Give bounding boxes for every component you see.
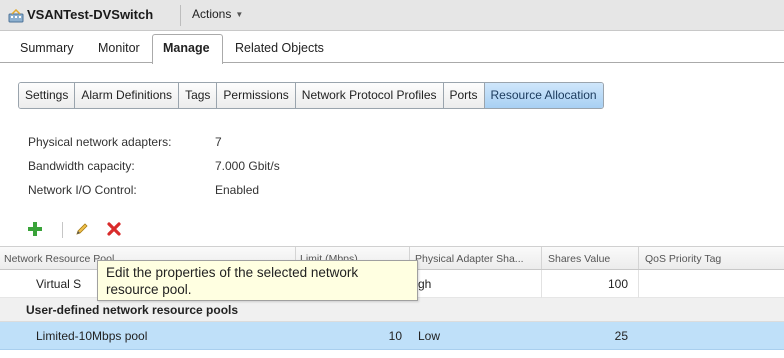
chevron-down-icon: ▼ (235, 10, 244, 19)
title-divider (180, 5, 181, 26)
col-shares-value[interactable]: Shares Value (548, 253, 610, 265)
subtab-tags[interactable]: Tags (179, 83, 218, 108)
subtab-permissions[interactable]: Permissions (217, 83, 296, 108)
physical-adapters-value: 7 (215, 135, 222, 149)
subtab-resource-allocation[interactable]: Resource Allocation (484, 83, 603, 108)
col-physical-adapter-shares[interactable]: Physical Adapter Sha... (415, 253, 524, 265)
pool-name: Virtual S (36, 277, 82, 291)
toolbar-divider (62, 222, 63, 238)
table-row-empty (0, 350, 784, 358)
network-io-control-value: Enabled (215, 183, 260, 197)
actions-label: Actions (192, 7, 232, 21)
x-icon[interactable] (106, 221, 122, 237)
tab-related-objects[interactable]: Related Objects (235, 41, 324, 55)
bandwidth-capacity-value: 7.000 Gbit/s (215, 159, 280, 173)
tooltip-line-2: resource pool. (106, 282, 192, 297)
pool-shares-value: 25 (614, 329, 628, 343)
subtab-ports[interactable]: Ports (443, 83, 485, 108)
tab-manage[interactable]: Manage (163, 41, 210, 55)
group-header-label: User-defined network resource pools (26, 303, 239, 317)
column-divider (541, 247, 542, 269)
cell-divider (638, 270, 639, 298)
edit-tooltip: Edit the properties of the selected netw… (97, 260, 418, 301)
subtab-alarm-definitions[interactable]: Alarm Definitions (75, 83, 180, 108)
column-divider (638, 247, 639, 269)
object-title: VSANTest-DVSwitch (27, 7, 154, 22)
subtab-settings[interactable]: Settings (19, 83, 76, 108)
actions-menu-button[interactable]: Actions ▼ (186, 6, 249, 26)
manage-subtab-bar: Settings Alarm Definitions Tags Permissi… (18, 82, 604, 109)
bandwidth-capacity-label: Bandwidth capacity: (28, 159, 135, 173)
physical-adapters-label: Physical network adapters: (28, 135, 172, 149)
tooltip-line-1: Edit the properties of the selected netw… (106, 265, 359, 280)
tab-monitor[interactable]: Monitor (98, 41, 140, 55)
pool-shares-value: 100 (607, 277, 628, 291)
col-qos-priority-tag[interactable]: QoS Priority Tag (645, 253, 721, 265)
pool-name: Limited-10Mbps pool (36, 329, 148, 343)
pencil-icon[interactable] (74, 221, 90, 237)
tab-summary[interactable]: Summary (20, 41, 73, 55)
pool-shares: gh (418, 277, 432, 291)
pool-limit: 10 (388, 329, 402, 343)
pool-shares: Low (418, 329, 441, 343)
network-io-control-label: Network I/O Control: (28, 183, 137, 197)
subtab-network-protocol-profiles[interactable]: Network Protocol Profiles (295, 83, 444, 108)
plus-icon[interactable] (27, 221, 43, 237)
distributed-switch-icon (8, 9, 24, 23)
